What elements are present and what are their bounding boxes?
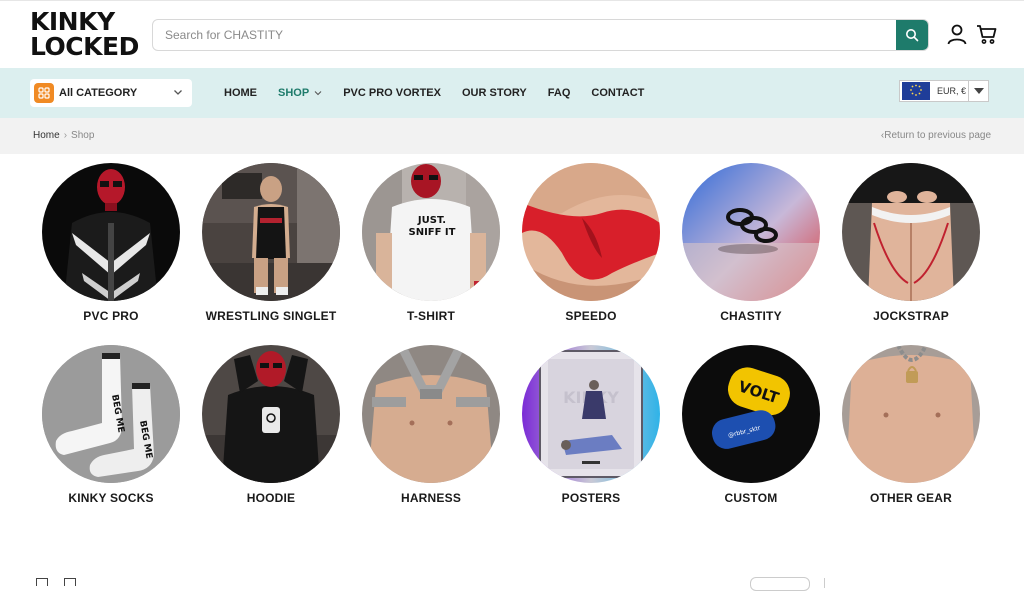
category-image: BEG ME BEG ME	[42, 345, 180, 483]
site-header: KINKY LOCKED	[0, 0, 1024, 68]
category-card[interactable]: JOCKSTRAP	[831, 163, 991, 323]
category-name: KINKY SOCKS	[68, 491, 154, 505]
search-button[interactable]	[896, 20, 928, 50]
logo-line-1: KINKY	[30, 7, 115, 36]
category-grid-icon	[34, 83, 54, 103]
category-card[interactable]: VOLT @rbbr_sktr CUSTOM	[671, 345, 831, 505]
category-name: OTHER GEAR	[869, 491, 952, 505]
category-name: POSTERS	[561, 491, 621, 505]
category-name: PVC PRO	[83, 309, 139, 323]
main-menu: HOME SHOP PVC PRO VORTEX OUR STORY FAQ C…	[224, 87, 665, 99]
category-name: HARNESS	[400, 491, 462, 505]
breadcrumb-bar	[0, 118, 1024, 154]
user-icon	[947, 24, 967, 45]
nav-home-label: HOME	[224, 87, 257, 99]
svg-text:JUST.: JUST.	[417, 215, 446, 226]
category-name: CUSTOM	[724, 491, 778, 505]
category-name: JOCKSTRAP	[873, 309, 949, 323]
currency-dropdown-arrow[interactable]	[968, 81, 988, 101]
category-image	[522, 163, 660, 301]
category-card[interactable]: HOODIE	[191, 345, 351, 505]
logo-line-2: LOCKED	[30, 32, 139, 61]
breadcrumb: Home › Shop	[33, 130, 94, 141]
nav-faq[interactable]: FAQ	[548, 87, 571, 99]
nav-pvc-label: PVC PRO VORTEX	[343, 87, 441, 99]
category-dropdown-label: All CATEGORY	[59, 87, 138, 99]
category-name: CHASTITY	[720, 309, 782, 323]
search-icon	[906, 29, 919, 42]
category-card[interactable]: HARNESS	[351, 345, 511, 505]
category-card[interactable]: PVC PRO	[31, 163, 191, 323]
category-image	[362, 345, 500, 483]
toolbar-divider	[824, 578, 825, 588]
category-image	[202, 163, 340, 301]
category-image: VOLT @rbbr_sktr	[682, 345, 820, 483]
nav-pvc-pro-vortex[interactable]: PVC PRO VORTEX	[343, 87, 441, 99]
category-card[interactable]: CHASTITY	[671, 163, 831, 323]
nav-home[interactable]: HOME	[224, 87, 257, 99]
category-name: HOODIE	[246, 491, 296, 505]
nav-our-story-label: OUR STORY	[461, 87, 527, 99]
currency-selector[interactable]: EUR, €	[899, 80, 989, 102]
category-card[interactable]: BEG ME BEG ME KINKY SOCKS	[31, 345, 191, 505]
category-image: KINKY	[522, 345, 660, 483]
cart-icon	[977, 25, 997, 44]
caret-down-icon	[973, 88, 984, 94]
category-image	[682, 163, 820, 301]
breadcrumb-home[interactable]: Home	[33, 130, 60, 141]
category-card[interactable]: KINKY POSTERS	[511, 345, 671, 505]
return-previous-link[interactable]: ‹Return to previous page	[881, 130, 991, 141]
search-bar	[152, 19, 929, 51]
svg-text:SNIFF IT: SNIFF IT	[409, 227, 456, 238]
chevron-down-icon	[314, 91, 322, 96]
category-image: JUST. SNIFF IT	[362, 163, 500, 301]
category-name: T-SHIRT	[406, 309, 456, 323]
category-card[interactable]: JUST. SNIFF IT T-SHIRT	[351, 163, 511, 323]
all-category-dropdown[interactable]: All CATEGORY	[30, 79, 192, 107]
return-previous-label: Return to previous page	[884, 130, 991, 141]
search-input[interactable]	[153, 20, 897, 50]
account-button[interactable]	[946, 23, 968, 45]
nav-contact-label: CONTACT	[591, 87, 645, 99]
category-image	[842, 345, 980, 483]
category-card[interactable]: SPEEDO	[511, 163, 671, 323]
eu-flag-icon	[902, 82, 930, 100]
category-image	[842, 163, 980, 301]
brand-logo[interactable]: KINKY LOCKED	[30, 9, 142, 61]
nav-contact[interactable]: CONTACT	[591, 87, 644, 99]
chevron-down-icon	[174, 90, 182, 95]
breadcrumb-separator-icon: ›	[63, 130, 68, 141]
category-image	[42, 163, 180, 301]
currency-label: EUR, €	[937, 86, 967, 96]
nav-shop[interactable]: SHOP	[278, 87, 322, 99]
category-card[interactable]: WRESTLING SINGLET	[191, 163, 351, 323]
category-card[interactable]: OTHER GEAR	[831, 345, 991, 505]
cart-button[interactable]	[976, 23, 998, 45]
nav-faq-label: FAQ	[547, 87, 571, 99]
category-image	[202, 345, 340, 483]
nav-our-story[interactable]: OUR STORY	[462, 87, 527, 99]
category-name: SPEEDO	[565, 309, 617, 323]
category-name: WRESTLING SINGLET	[205, 309, 337, 323]
nav-shop-label: SHOP	[278, 87, 310, 99]
breadcrumb-current: Shop	[71, 130, 95, 141]
sort-select[interactable]	[750, 577, 810, 591]
